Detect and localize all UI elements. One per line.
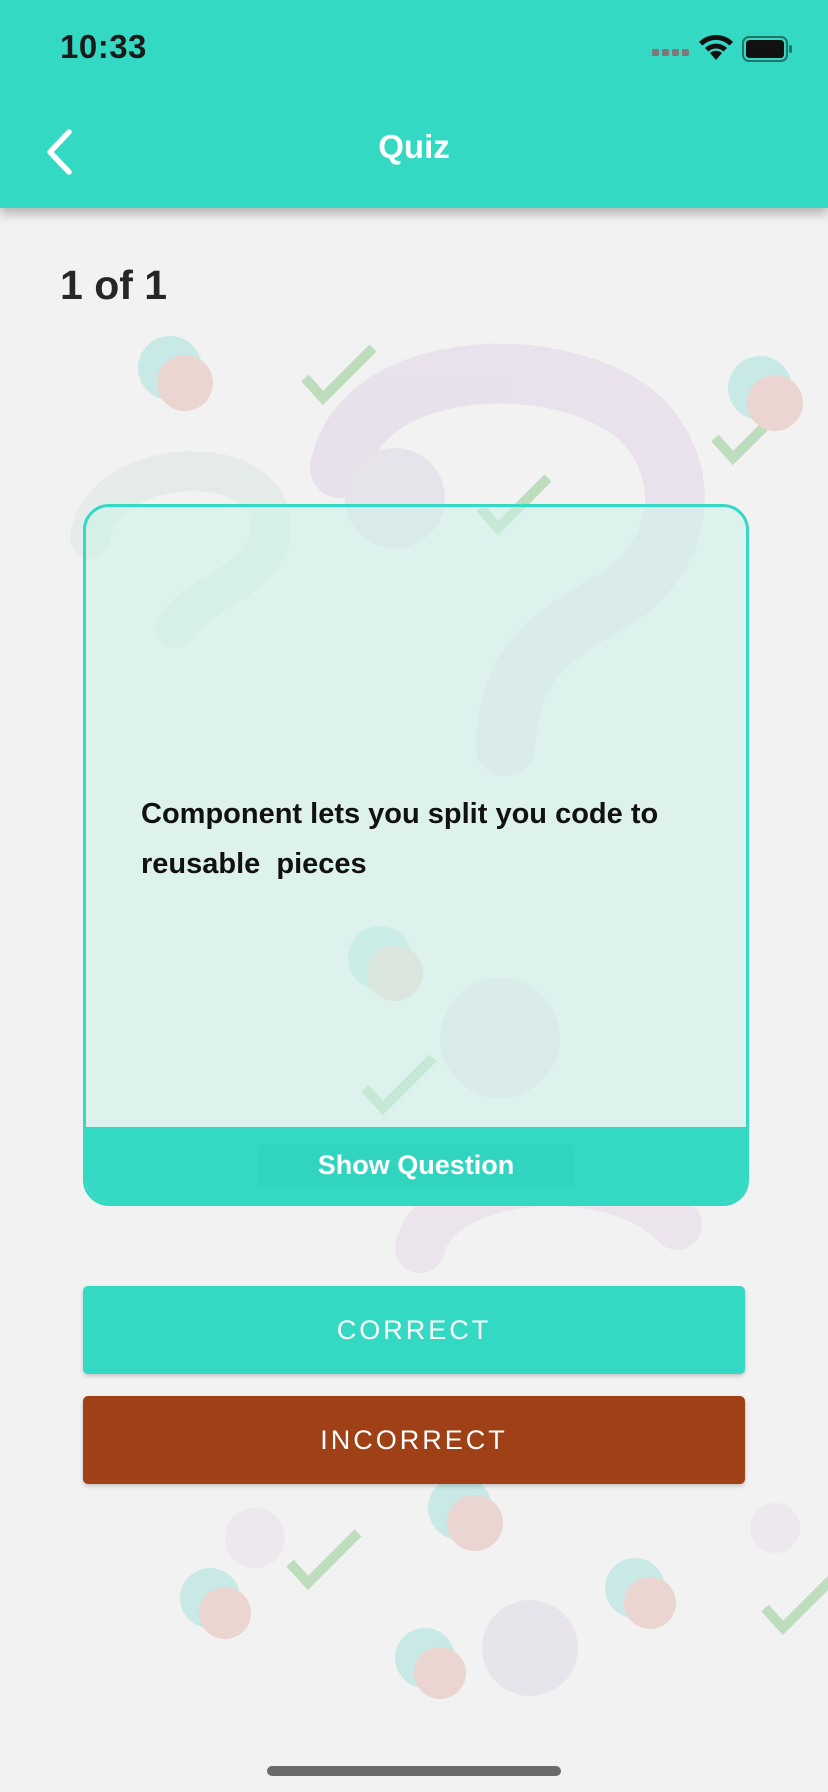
check-decoration — [761, 1575, 828, 1636]
page-title: Quiz — [378, 128, 450, 165]
question-counter: 1 of 1 — [60, 262, 168, 308]
wifi-icon — [699, 34, 733, 60]
status-time: 10:33 — [60, 28, 147, 65]
bubble-decoration — [157, 355, 213, 411]
cellular-signal-icon — [652, 49, 689, 56]
bubble-decoration — [624, 1577, 676, 1629]
flashcard[interactable]: Component lets you split you code to reu… — [83, 504, 749, 1206]
bubble-decoration — [447, 1495, 503, 1551]
check-decoration — [286, 1529, 362, 1591]
home-indicator — [267, 1766, 561, 1776]
bubble-decoration — [414, 1647, 466, 1699]
show-question-button[interactable]: Show Question — [86, 1127, 746, 1203]
card-answer-text: Component lets you split you code to reu… — [141, 798, 667, 880]
show-question-label: Show Question — [257, 1143, 575, 1187]
app-header: 10:33 Quiz — [0, 0, 828, 208]
bubble-decoration — [747, 375, 803, 431]
bubble-decoration — [199, 1587, 251, 1639]
incorrect-button[interactable]: INCORRECT — [83, 1396, 745, 1484]
battery-icon — [742, 36, 792, 62]
correct-button[interactable]: CORRECT — [83, 1286, 745, 1374]
